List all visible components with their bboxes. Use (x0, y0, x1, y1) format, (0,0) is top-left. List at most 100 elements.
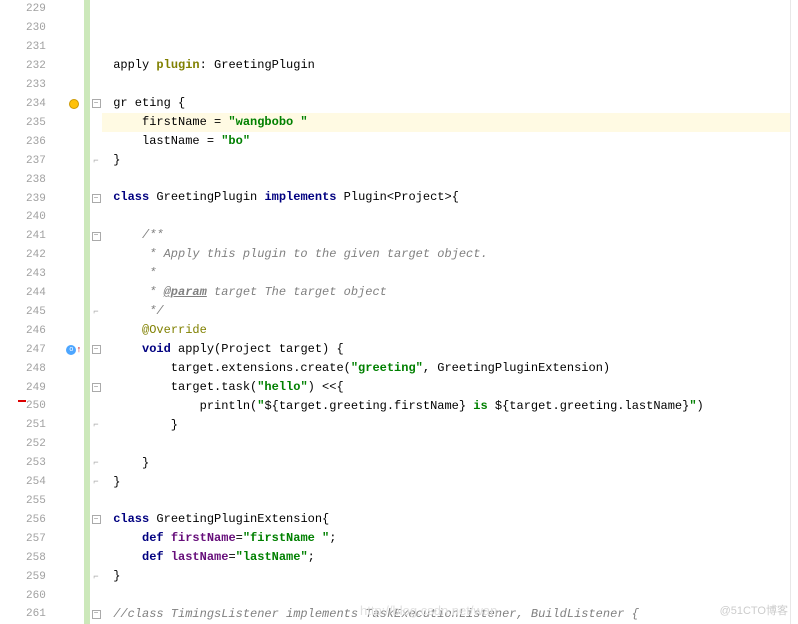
code-token: = (228, 548, 235, 567)
code-line[interactable] (102, 586, 790, 605)
code-line[interactable] (102, 435, 790, 454)
fold-handle[interactable]: − (90, 605, 102, 624)
code-line[interactable]: void apply(Project target) { (102, 340, 790, 359)
fold-handle[interactable]: − (90, 189, 102, 208)
code-line[interactable]: @Override (102, 321, 790, 340)
code-token: } (106, 151, 120, 170)
code-line[interactable] (102, 170, 790, 189)
fold-collapse-icon[interactable]: − (92, 232, 101, 241)
code-token: void (142, 340, 178, 359)
code-line[interactable]: class GreetingPluginExtension{ (102, 510, 790, 529)
fold-handle[interactable]: − (90, 227, 102, 246)
code-line[interactable]: } (102, 416, 790, 435)
code-line[interactable]: * (102, 264, 790, 283)
code-token: firstName = (106, 113, 228, 132)
code-line[interactable]: class GreetingPlugin implements Plugin<P… (102, 188, 790, 207)
code-token: @Override (142, 321, 207, 340)
implements-arrow-icon[interactable]: ↑ (76, 345, 81, 355)
fold-handle[interactable]: − (90, 95, 102, 114)
code-line[interactable]: target.task("hello") <<{ (102, 378, 790, 397)
gutter-icon-slot (64, 510, 84, 529)
code-token (106, 510, 113, 529)
fold-handle[interactable]: ⌐ (90, 303, 102, 322)
code-line[interactable]: * Apply this plugin to the given target … (102, 245, 790, 264)
fold-handle[interactable]: ⌐ (90, 567, 102, 586)
code-line[interactable]: def lastName="lastName"; (102, 548, 790, 567)
code-line[interactable]: apply plugin: GreetingPlugin (102, 56, 790, 75)
fold-collapse-icon[interactable]: − (92, 99, 101, 108)
line-number: 236 (26, 132, 64, 151)
line-number: 232 (26, 57, 64, 76)
code-token: * (106, 264, 156, 283)
line-number: 259 (26, 567, 64, 586)
code-line[interactable]: */ (102, 302, 790, 321)
line-number: 235 (26, 113, 64, 132)
code-token: ${target.greeting.lastName} (495, 397, 689, 416)
fold-handle[interactable]: ⌐ (90, 473, 102, 492)
code-token: //class TimingsListener implements TaskE… (106, 605, 639, 624)
line-number: 257 (26, 529, 64, 548)
code-line[interactable] (102, 19, 790, 38)
gutter-icon-slot (64, 605, 84, 624)
fold-handle (90, 321, 102, 340)
code-line[interactable]: * @param target The target object (102, 283, 790, 302)
code-token: */ (106, 302, 164, 321)
code-line[interactable]: //class TimingsListener implements TaskE… (102, 605, 790, 624)
fold-collapse-icon[interactable]: − (92, 610, 101, 619)
code-line[interactable]: lastName = "bo" (102, 132, 790, 151)
fold-handle[interactable]: − (90, 340, 102, 359)
code-line[interactable]: target.extensions.create("greeting", Gre… (102, 359, 790, 378)
fold-gutter[interactable]: −⌐−−⌐−−⌐⌐⌐−⌐− (90, 0, 102, 624)
line-number: 246 (26, 321, 64, 340)
code-token: : GreetingPlugin (200, 56, 315, 75)
code-line[interactable]: /** (102, 226, 790, 245)
gutter-icon-slot (64, 397, 84, 416)
fold-handle[interactable]: ⌐ (90, 151, 102, 170)
fold-handle[interactable]: ⌐ (90, 416, 102, 435)
code-editor-area[interactable]: apply plugin: GreetingPlugin gr eting { … (102, 0, 790, 624)
code-line[interactable] (102, 37, 790, 56)
line-number: 249 (26, 378, 64, 397)
fold-collapse-icon[interactable]: − (92, 194, 101, 203)
code-line[interactable]: } (102, 151, 790, 170)
fold-collapse-icon[interactable]: − (92, 345, 101, 354)
gutter-icon-slot (64, 0, 84, 19)
line-number: 242 (26, 246, 64, 265)
code-token: GreetingPluginExtension{ (156, 510, 329, 529)
fold-handle (90, 208, 102, 227)
fold-handle[interactable]: ⌐ (90, 454, 102, 473)
fold-handle (90, 76, 102, 95)
code-line[interactable]: def firstName="firstName "; (102, 529, 790, 548)
fold-handle[interactable]: − (90, 378, 102, 397)
code-line[interactable]: } (102, 473, 790, 492)
intention-bulb-icon[interactable] (69, 99, 79, 109)
fold-collapse-icon[interactable]: − (92, 515, 101, 524)
code-line[interactable]: } (102, 567, 790, 586)
line-number: 254 (26, 473, 64, 492)
gutter-icon-slot (64, 113, 84, 132)
fold-handle[interactable]: − (90, 510, 102, 529)
code-token: apply (106, 56, 156, 75)
code-token: lastName (171, 548, 229, 567)
fold-handle (90, 38, 102, 57)
code-line[interactable] (102, 492, 790, 511)
fold-collapse-icon[interactable]: − (92, 383, 101, 392)
code-line[interactable] (102, 207, 790, 226)
code-line[interactable]: firstName = "wangbobo " (102, 113, 790, 132)
code-line[interactable]: gr eting { (102, 94, 790, 113)
line-number: 229 (26, 0, 64, 19)
code-token: def (142, 529, 171, 548)
override-icon[interactable]: o (66, 345, 76, 355)
fold-handle (90, 586, 102, 605)
gutter-icon-slot (64, 586, 84, 605)
code-token: target.task( (106, 378, 257, 397)
line-number: 261 (26, 605, 64, 624)
code-line[interactable]: } (102, 454, 790, 473)
right-scroll-marker[interactable] (790, 0, 798, 624)
code-line[interactable] (102, 75, 790, 94)
code-token: "firstName " (243, 529, 329, 548)
code-line[interactable] (102, 0, 790, 19)
code-line[interactable]: println("${target.greeting.firstName} is… (102, 397, 790, 416)
line-number: 237 (26, 151, 64, 170)
line-number: 252 (26, 435, 64, 454)
